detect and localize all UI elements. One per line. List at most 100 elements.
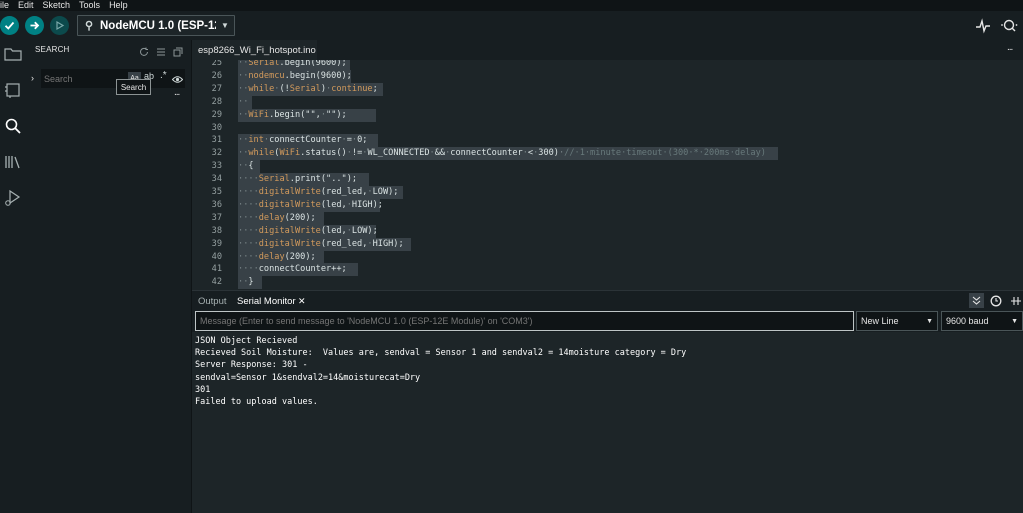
line-text: ··} [238, 277, 254, 288]
code-line[interactable]: 26 ··nodemcu.begin(9600); [192, 69, 1023, 83]
line-text: ··Serial.begin(9600); [238, 60, 347, 68]
menu-tools[interactable]: Tools [79, 0, 100, 11]
boards-manager-button[interactable] [0, 78, 26, 102]
code-line[interactable]: 36 ····digitalWrite(led,·HIGH); [192, 198, 1023, 212]
code-line[interactable]: 32 ··while(WiFi.status()·!=·WL_CONNECTED·… [192, 147, 1023, 161]
tab-serial-monitor[interactable]: Serial Monitor [237, 296, 296, 307]
serial-monitor-button[interactable] [1000, 18, 1018, 34]
menu-file[interactable]: ile [0, 0, 9, 11]
search-input[interactable] [44, 72, 126, 86]
toggle-replace-icon[interactable]: › [31, 73, 34, 83]
line-number: 37 [211, 212, 222, 223]
regex-icon[interactable]: .* [160, 70, 167, 81]
line-number: 26 [211, 70, 222, 81]
menu-edit[interactable]: Edit [18, 0, 34, 11]
debug-button[interactable] [50, 16, 69, 35]
magnifier-dots-icon [1001, 19, 1018, 32]
arrow-right-icon [30, 21, 40, 30]
code-line[interactable]: 28 ·· [192, 95, 1023, 109]
editor-tab-bar: esp8266_Wi_Fi_hotspot.ino ... [192, 40, 1023, 60]
usb-icon: ⚲ [84, 20, 94, 32]
line-number: 38 [211, 225, 222, 236]
line-text: ·· [238, 96, 249, 107]
search-icon [5, 118, 21, 134]
output-line: JSON Object Recieved [195, 336, 298, 346]
clear-results-button[interactable] [156, 44, 166, 62]
collapse-icon [173, 47, 183, 57]
toolbar: ⚲ NodeMCU 1.0 (ESP-12... ▼ [0, 11, 1023, 40]
autoscroll-button[interactable] [969, 293, 984, 308]
serial-plotter-button[interactable] [975, 18, 991, 34]
tooltip: Search [116, 79, 151, 95]
code-line[interactable]: 30 [192, 122, 1023, 135]
output-line: Server Response: 301 - [195, 360, 308, 371]
line-number: 32 [211, 148, 222, 159]
line-text: ····Serial.print(".."); [238, 174, 358, 185]
line-number: 25 [211, 60, 222, 68]
output-line: 301 [195, 384, 211, 395]
menu-sketch[interactable]: Sketch [43, 0, 71, 11]
code-editor[interactable]: 25 ··Serial.begin(9600); 26 ··nodemcu.begin… [192, 60, 1023, 290]
code-line[interactable]: 37 ····delay(200); [192, 211, 1023, 225]
serial-message-input[interactable] [195, 311, 854, 331]
line-number: 36 [211, 199, 222, 210]
code-line[interactable]: 33 ··{ [192, 160, 1023, 174]
line-number: 31 [211, 135, 222, 146]
check-icon [4, 21, 15, 30]
line-number: 30 [211, 122, 222, 133]
line-number: 29 [211, 109, 222, 120]
line-text: ··while·(!Serial)·continue; [238, 83, 378, 94]
board-label: NodeMCU 1.0 (ESP-12... [100, 19, 216, 32]
line-number: 35 [211, 187, 222, 197]
search-box: Aa ab .* [41, 69, 185, 88]
chevron-down-icon: ▼ [221, 21, 229, 30]
debug-play-icon [5, 189, 21, 206]
line-text: ··nodemcu.begin(9600); [238, 70, 352, 81]
library-icon [5, 156, 20, 169]
code-line[interactable]: 39 ····digitalWrite(red_led,·HIGH); [192, 237, 1023, 251]
line-text: ····delay(200); [238, 251, 316, 262]
library-manager-button[interactable] [0, 150, 26, 174]
line-number: 28 [211, 96, 222, 107]
output-line: Failed to upload values. [195, 397, 318, 408]
code-line[interactable]: 38 ····digitalWrite(led,·LOW); [192, 224, 1023, 238]
collapse-all-button[interactable] [173, 44, 183, 62]
more-options-icon[interactable]: ... [174, 87, 180, 98]
baud-rate-value: 9600 baud [946, 316, 989, 326]
serial-input-row: New Line ▼ 9600 baud ▼ [192, 310, 1023, 332]
debug-icon [56, 20, 65, 31]
tab-output[interactable]: Output [198, 296, 227, 307]
sketchbook-button[interactable] [0, 42, 26, 66]
line-text: ··while(WiFi.status()·!=·WL_CONNECTED·&&… [238, 148, 766, 159]
code-line[interactable]: 41 ····connectCounter++; [192, 263, 1023, 277]
serial-output: JSON Object Recieved Recieved Soil Moistu… [192, 332, 1023, 513]
code-line[interactable]: 42 ··} [192, 276, 1023, 290]
code-line[interactable]: 25 ··Serial.begin(9600); [192, 60, 1023, 70]
output-line: Recieved Soil Moisture: Values are, send… [195, 348, 687, 359]
code-line[interactable]: 40 ····delay(200); [192, 250, 1023, 264]
tab-more-icon[interactable]: ... [1007, 42, 1013, 53]
code-line[interactable]: 35 ····digitalWrite(red_led,·LOW); [192, 186, 1023, 199]
debug-panel-button[interactable] [0, 186, 26, 210]
board-selector[interactable]: ⚲ NodeMCU 1.0 (ESP-12... ▼ [77, 15, 235, 36]
refresh-button[interactable] [139, 44, 149, 62]
eye-icon [171, 76, 184, 83]
baud-rate-select[interactable]: 9600 baud ▼ [941, 311, 1023, 331]
search-button[interactable] [0, 114, 26, 138]
list-icon [157, 48, 165, 56]
code-line[interactable]: 29 ··WiFi.begin("",·""); [192, 108, 1023, 122]
code-line[interactable]: 34 ····Serial.print(".."); [192, 173, 1023, 187]
upload-button[interactable] [25, 16, 44, 35]
line-ending-select[interactable]: New Line ▼ [856, 311, 938, 331]
verify-button[interactable] [0, 16, 19, 35]
line-text: ··int·connectCounter·=·0; [238, 135, 368, 146]
line-number: 33 [211, 161, 222, 172]
code-line[interactable]: 27 ··while·(!Serial)·continue; [192, 82, 1023, 96]
line-text: ····connectCounter++; [238, 264, 347, 275]
code-line[interactable]: 31 ··int·connectCounter·=·0; [192, 134, 1023, 148]
tab-sketch-file[interactable]: esp8266_Wi_Fi_hotspot.ino [192, 40, 317, 60]
chevron-down-icon: ▼ [1011, 317, 1018, 325]
close-icon[interactable]: ✕ [298, 296, 306, 307]
menu-help[interactable]: Help [109, 0, 128, 11]
clear-icon [1011, 297, 1021, 305]
